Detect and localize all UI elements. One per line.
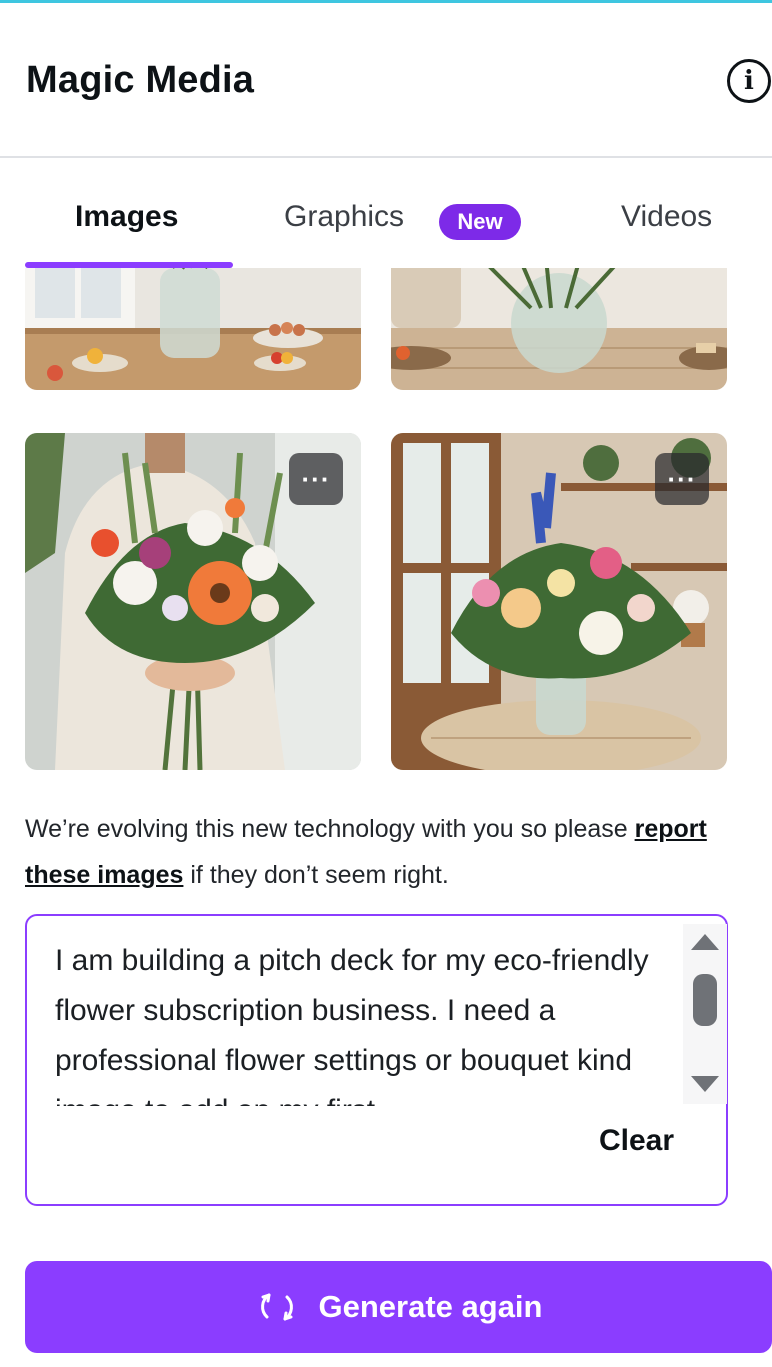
generate-again-label: Generate again <box>318 1289 543 1324</box>
result-image-3[interactable]: ··· <box>25 433 361 770</box>
generate-again-button[interactable]: Generate again <box>25 1261 772 1353</box>
scroll-down-arrow-icon[interactable] <box>691 1076 719 1092</box>
result-image-4[interactable]: ··· <box>391 433 727 770</box>
image-more-button[interactable]: ··· <box>655 453 709 505</box>
clear-button[interactable]: Clear <box>599 1124 674 1158</box>
scroll-thumb[interactable] <box>693 974 717 1026</box>
tab-videos[interactable]: Videos <box>621 200 712 234</box>
tab-images[interactable]: Images <box>75 200 178 234</box>
image-gallery: ··· ··· <box>0 268 772 773</box>
image-more-button[interactable]: ··· <box>289 453 343 505</box>
result-image-2[interactable] <box>391 268 727 390</box>
tab-graphics[interactable]: Graphics <box>284 200 404 234</box>
refresh-icon <box>260 1293 293 1321</box>
scroll-up-arrow-icon[interactable] <box>691 934 719 950</box>
prompt-input-box: I am building a pitch deck for my eco-fr… <box>25 914 728 1206</box>
result-image-1[interactable] <box>25 268 361 390</box>
disclaimer-before: We’re evolving this new technology with … <box>25 815 635 843</box>
header-divider <box>0 156 772 158</box>
disclaimer-after: if they don’t seem right. <box>183 861 449 889</box>
media-tabs: Images Graphics New Videos <box>0 180 772 270</box>
vase-table-image <box>391 268 727 390</box>
table-vase-image <box>25 268 361 390</box>
panel-header: Magic Media i <box>0 3 772 157</box>
disclaimer-text: We’re evolving this new technology with … <box>25 806 745 898</box>
prompt-textarea[interactable]: I am building a pitch deck for my eco-fr… <box>55 936 675 1106</box>
prompt-scrollbar[interactable] <box>683 924 727 1104</box>
info-button[interactable]: i <box>727 59 771 103</box>
info-icon: i <box>744 66 754 96</box>
new-badge: New <box>439 204 521 240</box>
panel-title: Magic Media <box>26 59 255 101</box>
